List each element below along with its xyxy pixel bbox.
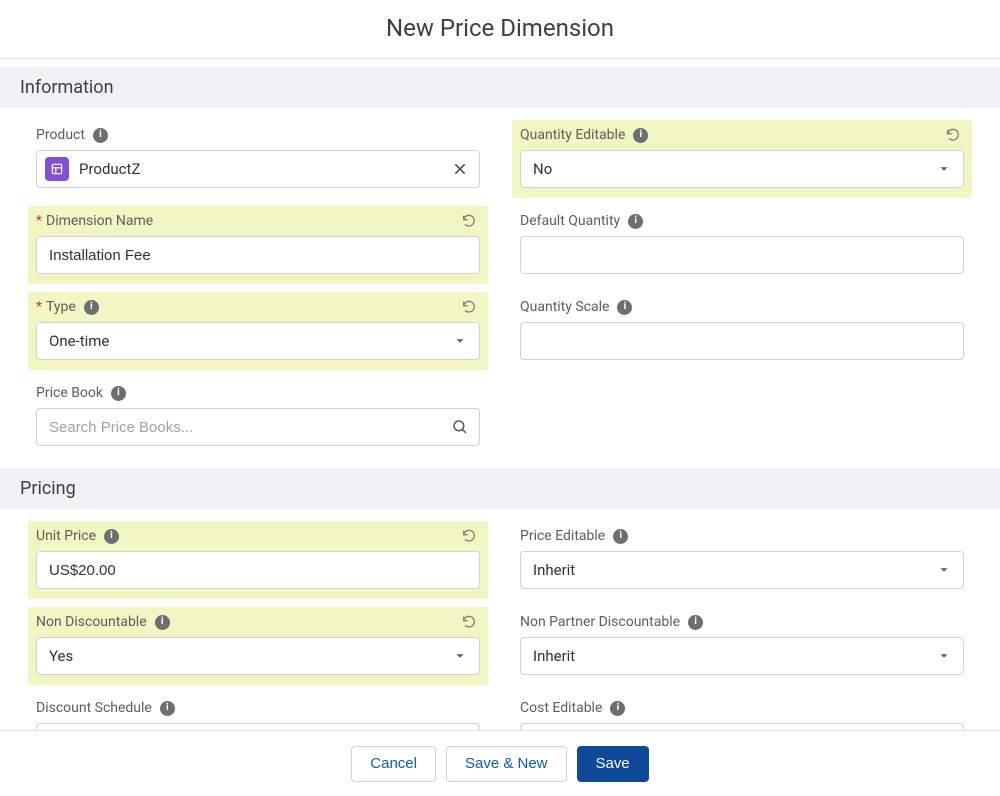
chevron-down-icon xyxy=(937,649,951,663)
info-icon[interactable]: i xyxy=(613,529,628,544)
dimension-name-text[interactable] xyxy=(49,247,467,264)
product-lookup[interactable]: ProductZ xyxy=(36,150,480,188)
select-value: Inherit xyxy=(533,647,575,665)
non-partner-discountable-select[interactable]: Inherit xyxy=(520,637,964,675)
label-quantity-scale: Quantity Scale xyxy=(520,299,609,315)
undo-icon[interactable] xyxy=(944,126,962,144)
page-title: New Price Dimension xyxy=(0,0,1000,58)
label-price-editable: Price Editable xyxy=(520,528,605,544)
quantity-scale-text[interactable] xyxy=(533,333,951,350)
product-entity-icon xyxy=(45,157,69,181)
title-divider xyxy=(0,58,1000,59)
field-default-quantity: Default Quantity i xyxy=(520,212,964,284)
info-icon[interactable]: i xyxy=(93,128,108,143)
select-value: One-time xyxy=(49,332,109,350)
discount-schedule-search[interactable] xyxy=(36,723,480,730)
unit-price-input[interactable] xyxy=(36,551,480,589)
price-editable-select[interactable]: Inherit xyxy=(520,551,964,589)
field-unit-price: Unit Price i xyxy=(36,527,480,599)
chevron-down-icon xyxy=(453,649,467,663)
close-icon[interactable] xyxy=(451,160,469,178)
unit-price-text[interactable] xyxy=(49,562,467,579)
field-quantity-scale: Quantity Scale i xyxy=(520,298,964,370)
field-type: * Type i One-time xyxy=(36,298,480,370)
field-cost-editable: Cost Editable i Inherit xyxy=(520,699,964,730)
section-header-information: Information xyxy=(0,67,1000,108)
required-mark: * xyxy=(36,213,42,229)
label-non-discountable: Non Discountable xyxy=(36,614,147,630)
field-price-book: Price Book i xyxy=(36,384,480,446)
label-default-quantity: Default Quantity xyxy=(520,213,620,229)
chevron-down-icon xyxy=(937,563,951,577)
chevron-down-icon xyxy=(453,334,467,348)
info-icon[interactable]: i xyxy=(617,300,632,315)
label-type: Type xyxy=(46,299,76,315)
section-header-pricing: Pricing xyxy=(0,468,1000,509)
field-price-editable: Price Editable i Inherit xyxy=(520,527,964,599)
label-discount-schedule: Discount Schedule xyxy=(36,700,152,716)
label-non-partner-discountable: Non Partner Discountable xyxy=(520,614,680,630)
undo-icon[interactable] xyxy=(460,298,478,316)
info-icon[interactable]: i xyxy=(628,214,643,229)
label-unit-price: Unit Price xyxy=(36,528,96,544)
label-dimension-name: Dimension Name xyxy=(46,213,153,229)
label-quantity-editable: Quantity Editable xyxy=(520,127,625,143)
save-and-new-button[interactable]: Save & New xyxy=(446,746,567,782)
info-icon[interactable]: i xyxy=(688,615,703,630)
label-cost-editable: Cost Editable xyxy=(520,700,602,716)
select-value: Yes xyxy=(49,647,73,665)
select-value: Inherit xyxy=(533,561,575,579)
field-quantity-editable: Quantity Editable i No xyxy=(520,126,964,198)
cost-editable-select[interactable]: Inherit xyxy=(520,723,964,730)
required-mark: * xyxy=(36,299,42,315)
price-book-search[interactable] xyxy=(36,408,480,446)
info-icon[interactable]: i xyxy=(160,701,175,716)
default-quantity-input[interactable] xyxy=(520,236,964,274)
undo-icon[interactable] xyxy=(460,613,478,631)
info-icon[interactable]: i xyxy=(104,529,119,544)
select-value: No xyxy=(533,160,552,178)
type-select[interactable]: One-time xyxy=(36,322,480,360)
info-icon[interactable]: i xyxy=(111,386,126,401)
field-empty xyxy=(520,384,964,446)
label-product: Product xyxy=(36,127,85,143)
price-book-input[interactable] xyxy=(49,419,451,436)
search-icon[interactable] xyxy=(451,418,469,436)
save-button[interactable]: Save xyxy=(577,746,649,782)
quantity-scale-input[interactable] xyxy=(520,322,964,360)
field-dimension-name: * Dimension Name xyxy=(36,212,480,284)
dimension-name-input[interactable] xyxy=(36,236,480,274)
footer-bar: Cancel Save & New Save xyxy=(0,730,1000,796)
label-price-book: Price Book xyxy=(36,385,103,401)
non-discountable-select[interactable]: Yes xyxy=(36,637,480,675)
field-non-partner-discountable: Non Partner Discountable i Inherit xyxy=(520,613,964,685)
undo-icon[interactable] xyxy=(460,212,478,230)
cancel-button[interactable]: Cancel xyxy=(351,746,436,782)
quantity-editable-select[interactable]: No xyxy=(520,150,964,188)
info-icon[interactable]: i xyxy=(610,701,625,716)
product-lookup-text: ProductZ xyxy=(79,160,451,178)
undo-icon[interactable] xyxy=(460,527,478,545)
info-icon[interactable]: i xyxy=(155,615,170,630)
info-icon[interactable]: i xyxy=(84,300,99,315)
field-discount-schedule: Discount Schedule i xyxy=(36,699,480,730)
chevron-down-icon xyxy=(937,162,951,176)
field-product: Product i ProductZ xyxy=(36,126,480,198)
default-quantity-text[interactable] xyxy=(533,247,951,264)
field-non-discountable: Non Discountable i Yes xyxy=(36,613,480,685)
info-icon[interactable]: i xyxy=(633,128,648,143)
